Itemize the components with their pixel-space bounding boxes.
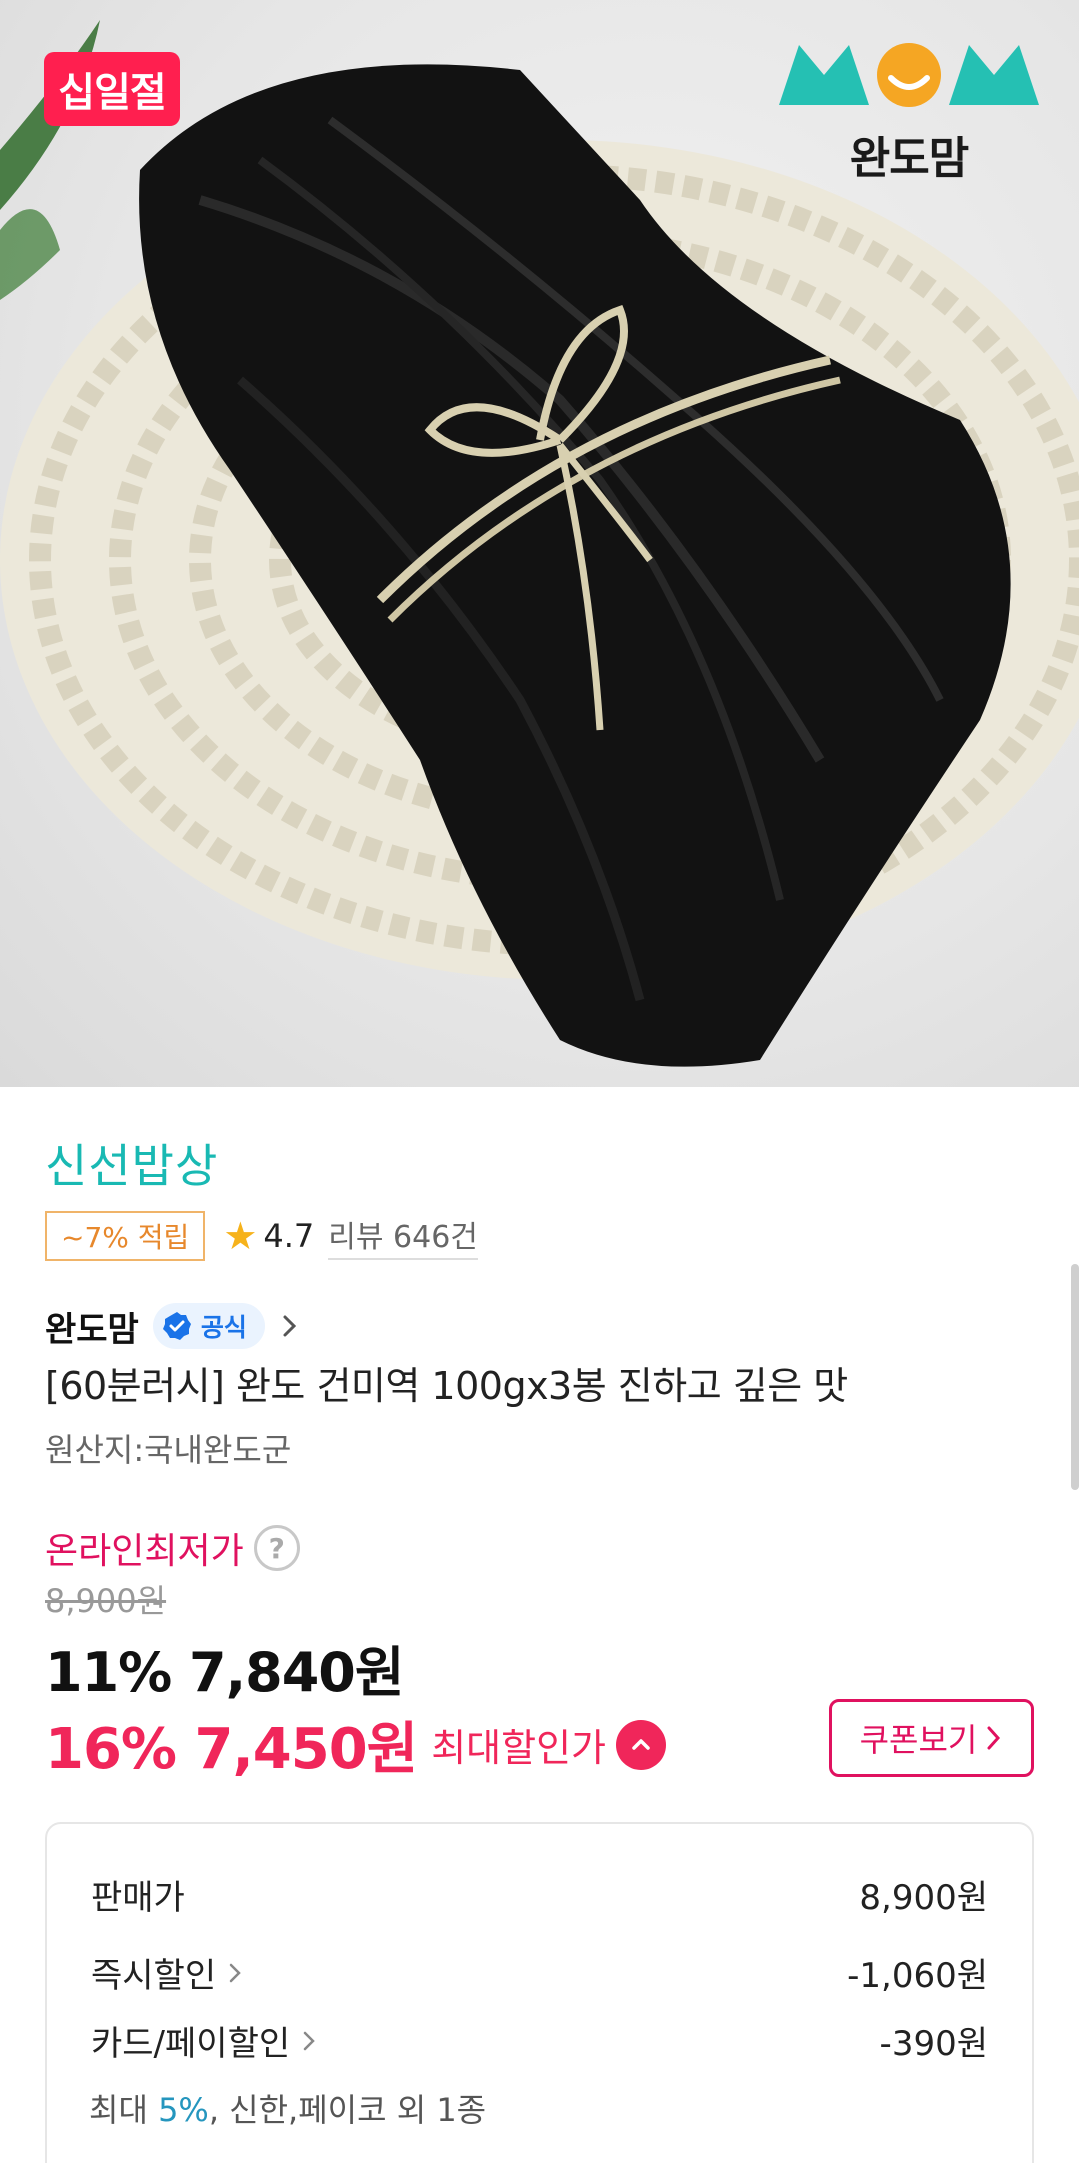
card-discount-detail: 최대 5%, 신한,페이코 외 1종 xyxy=(89,2091,487,2129)
rating-row: ~7% 적립 ★ 4.7 리뷰 646건 xyxy=(45,1210,478,1262)
official-badge: 공식 xyxy=(152,1303,265,1349)
card-discount-row[interactable]: 카드/페이할인 -390원 xyxy=(91,2016,988,2065)
max-discount-price: 16% 7,450원 xyxy=(45,1717,418,1782)
instant-discount-label: 즉시할인 xyxy=(91,1948,242,1997)
coupon-view-button[interactable]: 쿠폰보기 xyxy=(829,1699,1034,1777)
card-discount-rate: 5% xyxy=(158,2091,209,2129)
product-title: [60분러시] 완도 건미역 100gx3봉 진하고 깊은 맛 xyxy=(45,1364,848,1408)
instant-discount-row[interactable]: 즉시할인 -1,060원 xyxy=(91,1948,988,1997)
official-label: 공식 xyxy=(200,1313,247,1342)
chevron-up-icon[interactable] xyxy=(616,1719,667,1770)
chevron-right-icon xyxy=(303,2031,315,2050)
verified-icon xyxy=(162,1312,191,1340)
discount-price: 11% 7,840원 xyxy=(45,1641,405,1704)
chevron-right-icon xyxy=(987,1726,1001,1750)
lowest-price-label: 온라인최저가 xyxy=(45,1531,244,1572)
product-origin: 원산지:국내완도군 xyxy=(45,1431,292,1469)
brand-logo: 완도맘 xyxy=(769,30,1049,184)
chevron-right-icon xyxy=(283,1315,296,1337)
chevron-right-icon xyxy=(229,1963,241,1982)
store-name[interactable]: 신선밥상 xyxy=(45,1130,218,1196)
mom-logo-icon xyxy=(779,43,1039,107)
point-badge: ~7% 적립 xyxy=(45,1211,206,1261)
card-discount-label: 카드/페이할인 xyxy=(91,2016,316,2065)
max-discount-row: 16% 7,450원 최대할인가 xyxy=(45,1704,667,1785)
original-price: 8,900원 xyxy=(45,1582,167,1620)
star-icon: ★ xyxy=(223,1214,258,1258)
lowest-price-row: 온라인최저가 ? xyxy=(45,1522,300,1574)
brand-logo-name: 완도맘 xyxy=(849,133,969,184)
instant-discount-value: -1,060원 xyxy=(847,1956,988,1996)
page-scrollbar[interactable] xyxy=(1071,1264,1079,1490)
sale-price-label: 판매가 xyxy=(91,1878,185,1918)
help-icon[interactable]: ? xyxy=(253,1525,300,1571)
coupon-button-label: 쿠폰보기 xyxy=(859,1721,978,1759)
max-discount-label: 최대할인가 xyxy=(431,1726,607,1770)
sale-price-value: 8,900원 xyxy=(859,1878,988,1918)
rating-score: 4.7 xyxy=(263,1217,315,1255)
product-image[interactable]: 십일절 완도맘 xyxy=(0,0,1079,1087)
card-discount-value: -390원 xyxy=(879,2024,988,2064)
review-count-link[interactable]: 리뷰 646건 xyxy=(328,1212,478,1260)
sale-price-row: 판매가 8,900원 xyxy=(91,1870,988,1919)
sale-event-badge: 십일절 xyxy=(44,52,180,126)
seller-name: 완도맘 xyxy=(45,1309,139,1350)
seller-link[interactable]: 완도맘 공식 xyxy=(45,1300,301,1352)
